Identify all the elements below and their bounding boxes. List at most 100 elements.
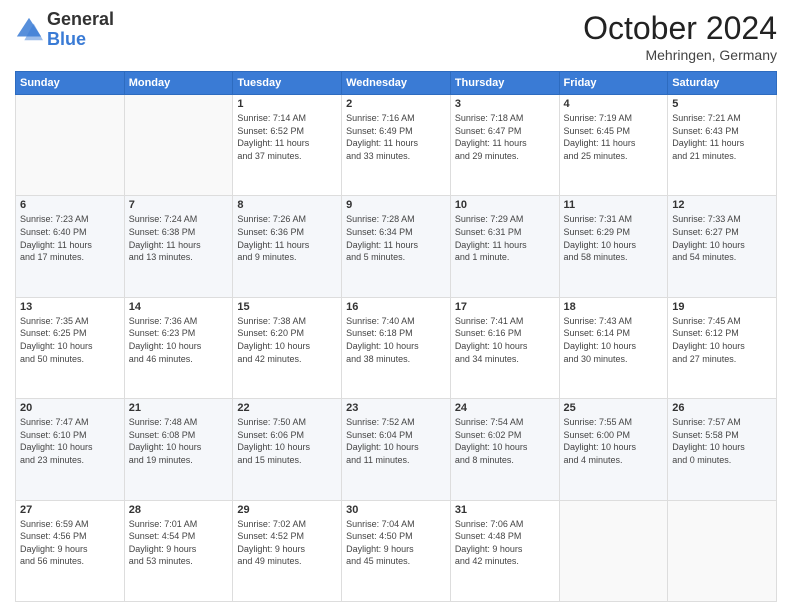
day-info: Sunrise: 7:43 AM Sunset: 6:14 PM Dayligh… <box>564 315 664 365</box>
day-info: Sunrise: 7:31 AM Sunset: 6:29 PM Dayligh… <box>564 213 664 263</box>
day-info: Sunrise: 7:36 AM Sunset: 6:23 PM Dayligh… <box>129 315 229 365</box>
day-of-week-header: Monday <box>124 72 233 95</box>
day-number: 4 <box>564 98 664 110</box>
calendar-cell: 15 Sunrise: 7:38 AM Sunset: 6:20 PM Dayli… <box>233 297 342 398</box>
calendar-cell <box>668 500 777 601</box>
day-number: 22 <box>237 402 337 414</box>
day-info: Sunrise: 7:38 AM Sunset: 6:20 PM Dayligh… <box>237 315 337 365</box>
day-info: Sunrise: 7:02 AM Sunset: 4:52 PM Dayligh… <box>237 518 337 568</box>
calendar-cell: 3 Sunrise: 7:18 AM Sunset: 6:47 PM Daylig… <box>450 95 559 196</box>
day-info: Sunrise: 7:50 AM Sunset: 6:06 PM Dayligh… <box>237 416 337 466</box>
logo-text: General Blue <box>47 10 114 50</box>
day-number: 26 <box>672 402 772 414</box>
calendar-cell: 25 Sunrise: 7:55 AM Sunset: 6:00 PM Dayli… <box>559 399 668 500</box>
day-info: Sunrise: 7:04 AM Sunset: 4:50 PM Dayligh… <box>346 518 446 568</box>
day-info: Sunrise: 7:55 AM Sunset: 6:00 PM Dayligh… <box>564 416 664 466</box>
day-info: Sunrise: 7:06 AM Sunset: 4:48 PM Dayligh… <box>455 518 555 568</box>
day-number: 12 <box>672 199 772 211</box>
calendar-week-row: 20 Sunrise: 7:47 AM Sunset: 6:10 PM Dayli… <box>16 399 777 500</box>
calendar-header-row: SundayMondayTuesdayWednesdayThursdayFrid… <box>16 72 777 95</box>
calendar-cell: 23 Sunrise: 7:52 AM Sunset: 6:04 PM Dayli… <box>342 399 451 500</box>
calendar-cell: 29Sunrise: 7:02 AM Sunset: 4:52 PM Dayli… <box>233 500 342 601</box>
day-of-week-header: Tuesday <box>233 72 342 95</box>
day-number: 13 <box>20 301 120 313</box>
day-info: Sunrise: 7:54 AM Sunset: 6:02 PM Dayligh… <box>455 416 555 466</box>
logo: General Blue <box>15 10 114 50</box>
day-number: 6 <box>20 199 120 211</box>
calendar-cell: 6 Sunrise: 7:23 AM Sunset: 6:40 PM Daylig… <box>16 196 125 297</box>
calendar-cell: 1 Sunrise: 7:14 AM Sunset: 6:52 PM Daylig… <box>233 95 342 196</box>
day-info: Sunrise: 7:24 AM Sunset: 6:38 PM Dayligh… <box>129 213 229 263</box>
day-info: Sunrise: 7:57 AM Sunset: 5:58 PM Dayligh… <box>672 416 772 466</box>
logo-general: General <box>47 9 114 29</box>
title-block: October 2024 Mehringen, Germany <box>583 10 777 63</box>
day-number: 21 <box>129 402 229 414</box>
day-number: 14 <box>129 301 229 313</box>
day-number: 27 <box>20 504 120 516</box>
day-number: 19 <box>672 301 772 313</box>
logo-blue: Blue <box>47 29 86 49</box>
day-info: Sunrise: 7:21 AM Sunset: 6:43 PM Dayligh… <box>672 112 772 162</box>
calendar-cell: 4 Sunrise: 7:19 AM Sunset: 6:45 PM Daylig… <box>559 95 668 196</box>
day-number: 17 <box>455 301 555 313</box>
calendar-cell: 24 Sunrise: 7:54 AM Sunset: 6:02 PM Dayli… <box>450 399 559 500</box>
day-number: 30 <box>346 504 446 516</box>
day-number: 16 <box>346 301 446 313</box>
day-number: 24 <box>455 402 555 414</box>
day-info: Sunrise: 7:35 AM Sunset: 6:25 PM Dayligh… <box>20 315 120 365</box>
day-of-week-header: Saturday <box>668 72 777 95</box>
day-number: 10 <box>455 199 555 211</box>
calendar-cell: 30 Sunrise: 7:04 AM Sunset: 4:50 PM Dayli… <box>342 500 451 601</box>
day-number: 11 <box>564 199 664 211</box>
calendar-cell: 18 Sunrise: 7:43 AM Sunset: 6:14 PM Dayli… <box>559 297 668 398</box>
calendar-cell: 11 Sunrise: 7:31 AM Sunset: 6:29 PM Dayli… <box>559 196 668 297</box>
day-number: 20 <box>20 402 120 414</box>
day-info: Sunrise: 7:52 AM Sunset: 6:04 PM Dayligh… <box>346 416 446 466</box>
day-info: Sunrise: 7:19 AM Sunset: 6:45 PM Dayligh… <box>564 112 664 162</box>
page: General Blue October 2024 Mehringen, Ger… <box>0 0 792 612</box>
calendar-cell: 22 Sunrise: 7:50 AM Sunset: 6:06 PM Dayli… <box>233 399 342 500</box>
calendar-cell: 17Sunrise: 7:41 AM Sunset: 6:16 PM Dayli… <box>450 297 559 398</box>
calendar-week-row: 6 Sunrise: 7:23 AM Sunset: 6:40 PM Daylig… <box>16 196 777 297</box>
location-subtitle: Mehringen, Germany <box>583 47 777 63</box>
calendar-cell: 26 Sunrise: 7:57 AM Sunset: 5:58 PM Dayli… <box>668 399 777 500</box>
calendar-cell: 27Sunrise: 6:59 AM Sunset: 4:56 PM Dayli… <box>16 500 125 601</box>
calendar-cell: 14 Sunrise: 7:36 AM Sunset: 6:23 PM Dayli… <box>124 297 233 398</box>
day-number: 23 <box>346 402 446 414</box>
day-info: Sunrise: 7:16 AM Sunset: 6:49 PM Dayligh… <box>346 112 446 162</box>
calendar-cell: 28Sunrise: 7:01 AM Sunset: 4:54 PM Dayli… <box>124 500 233 601</box>
day-info: Sunrise: 7:28 AM Sunset: 6:34 PM Dayligh… <box>346 213 446 263</box>
month-title: October 2024 <box>583 10 777 47</box>
day-info: Sunrise: 7:47 AM Sunset: 6:10 PM Dayligh… <box>20 416 120 466</box>
calendar-cell: 9Sunrise: 7:28 AM Sunset: 6:34 PM Daylig… <box>342 196 451 297</box>
day-of-week-header: Friday <box>559 72 668 95</box>
day-of-week-header: Wednesday <box>342 72 451 95</box>
day-info: Sunrise: 7:33 AM Sunset: 6:27 PM Dayligh… <box>672 213 772 263</box>
calendar-cell: 21 Sunrise: 7:48 AM Sunset: 6:08 PM Dayli… <box>124 399 233 500</box>
calendar-table: SundayMondayTuesdayWednesdayThursdayFrid… <box>15 71 777 602</box>
calendar-cell: 12 Sunrise: 7:33 AM Sunset: 6:27 PM Dayli… <box>668 196 777 297</box>
day-info: Sunrise: 7:14 AM Sunset: 6:52 PM Dayligh… <box>237 112 337 162</box>
day-info: Sunrise: 7:18 AM Sunset: 6:47 PM Dayligh… <box>455 112 555 162</box>
calendar-cell: 8Sunrise: 7:26 AM Sunset: 6:36 PM Daylig… <box>233 196 342 297</box>
day-number: 3 <box>455 98 555 110</box>
calendar-cell: 16 Sunrise: 7:40 AM Sunset: 6:18 PM Dayli… <box>342 297 451 398</box>
day-info: Sunrise: 7:48 AM Sunset: 6:08 PM Dayligh… <box>129 416 229 466</box>
day-number: 18 <box>564 301 664 313</box>
day-info: Sunrise: 7:40 AM Sunset: 6:18 PM Dayligh… <box>346 315 446 365</box>
day-of-week-header: Sunday <box>16 72 125 95</box>
calendar-cell: 20 Sunrise: 7:47 AM Sunset: 6:10 PM Dayli… <box>16 399 125 500</box>
calendar-week-row: 13 Sunrise: 7:35 AM Sunset: 6:25 PM Dayli… <box>16 297 777 398</box>
day-number: 15 <box>237 301 337 313</box>
calendar-week-row: 27Sunrise: 6:59 AM Sunset: 4:56 PM Dayli… <box>16 500 777 601</box>
day-number: 1 <box>237 98 337 110</box>
day-info: Sunrise: 7:23 AM Sunset: 6:40 PM Dayligh… <box>20 213 120 263</box>
day-info: Sunrise: 7:01 AM Sunset: 4:54 PM Dayligh… <box>129 518 229 568</box>
day-number: 7 <box>129 199 229 211</box>
calendar-cell <box>124 95 233 196</box>
calendar-cell <box>16 95 125 196</box>
day-number: 31 <box>455 504 555 516</box>
day-number: 2 <box>346 98 446 110</box>
calendar-cell: 7 Sunrise: 7:24 AM Sunset: 6:38 PM Daylig… <box>124 196 233 297</box>
day-number: 25 <box>564 402 664 414</box>
